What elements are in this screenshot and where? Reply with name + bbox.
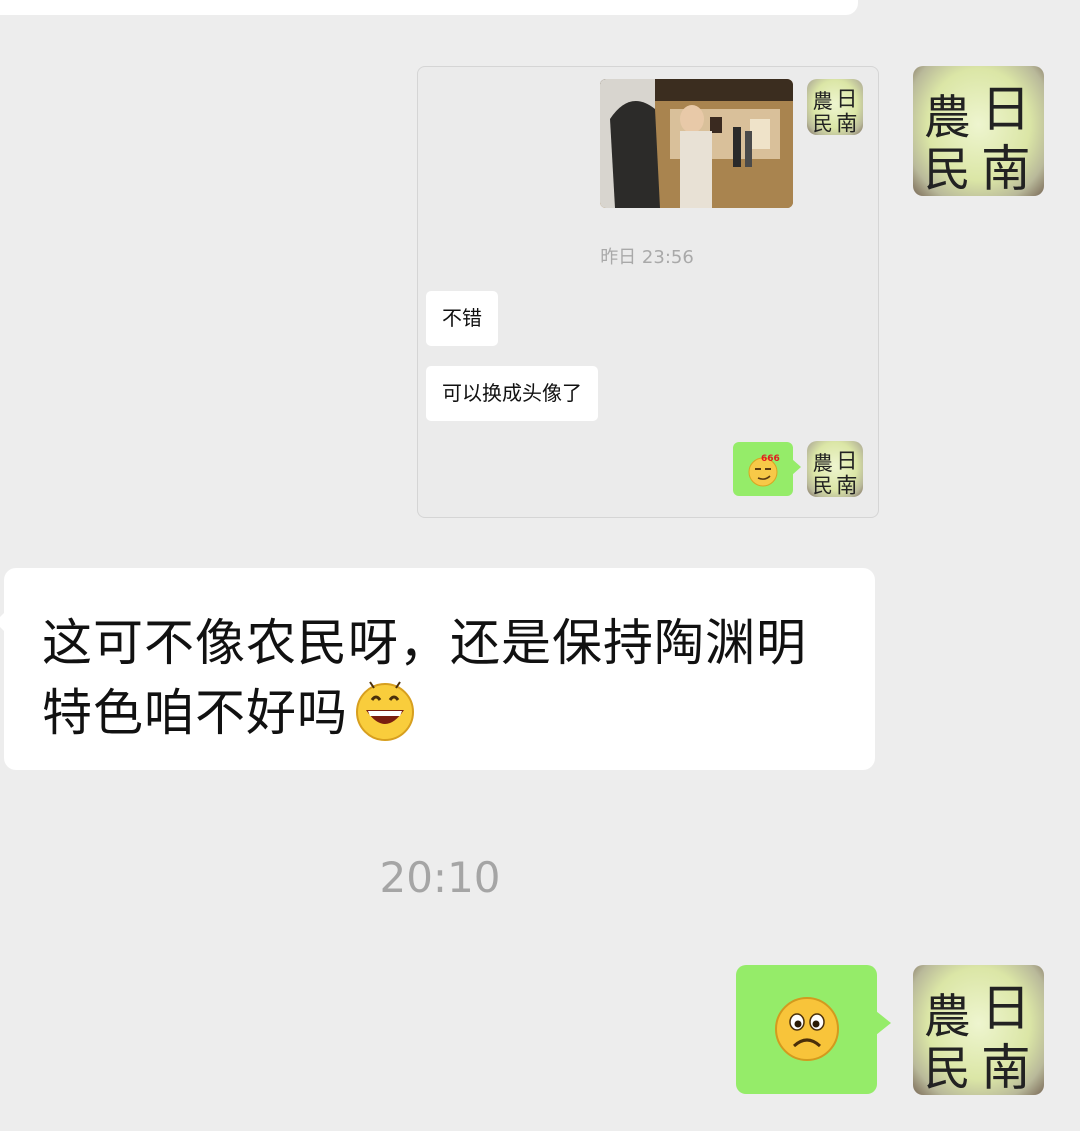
svg-text:農: 農 [813,89,833,113]
quote-timestamp: 昨日 23:56 [600,247,694,268]
svg-text:民: 民 [813,474,833,497]
grinning-face-emoji-icon [356,681,414,741]
time-divider: 20:10 [379,853,501,902]
svg-text:南: 南 [836,474,857,497]
quote-sticker-bubble[interactable]: 666 [733,442,801,496]
avatar-self-top[interactable]: 農 日 民 南 [913,66,1044,196]
avatar-quote-bottom[interactable]: 農 日 民 南 [807,441,863,497]
avatar-self-bottom[interactable]: 農 日 民 南 [913,965,1044,1095]
quote-message-2[interactable]: 可以换成头像了 [426,366,598,421]
incoming-message-bubble[interactable]: 这可不像农民呀，还是保持陶渊明特色咱不好吗 [0,568,875,770]
svg-text:農: 農 [813,451,833,475]
incoming-message-text: 这可不像农民呀，还是保持陶渊明特色咱不好吗 [42,608,852,748]
svg-text:日: 日 [836,87,857,112]
svg-text:民: 民 [813,112,833,135]
svg-text:民: 民 [924,144,971,196]
avatar-quote-top[interactable]: 農 日 民 南 [807,79,863,135]
svg-text:南: 南 [981,1039,1030,1095]
previous-message-bubble[interactable] [0,0,858,15]
svg-text:農: 農 [924,92,971,146]
svg-text:日: 日 [981,979,1030,1037]
smirk-666-emoji-icon: 666 [748,454,780,487]
quote-message-1[interactable]: 不错 [426,291,498,346]
svg-text:666: 666 [761,454,780,464]
svg-text:農: 農 [924,991,971,1045]
frowning-face-emoji-icon [775,997,839,1061]
message-text: 这可不像农民呀，还是保持陶渊明特色咱不好吗 [42,614,807,742]
svg-text:日: 日 [981,80,1030,138]
svg-text:民: 民 [924,1043,971,1095]
svg-text:日: 日 [836,449,857,474]
svg-text:南: 南 [981,140,1030,196]
gallery-photo-image[interactable] [600,79,793,208]
outgoing-emoji-bubble[interactable] [736,965,891,1094]
svg-text:南: 南 [836,112,857,135]
